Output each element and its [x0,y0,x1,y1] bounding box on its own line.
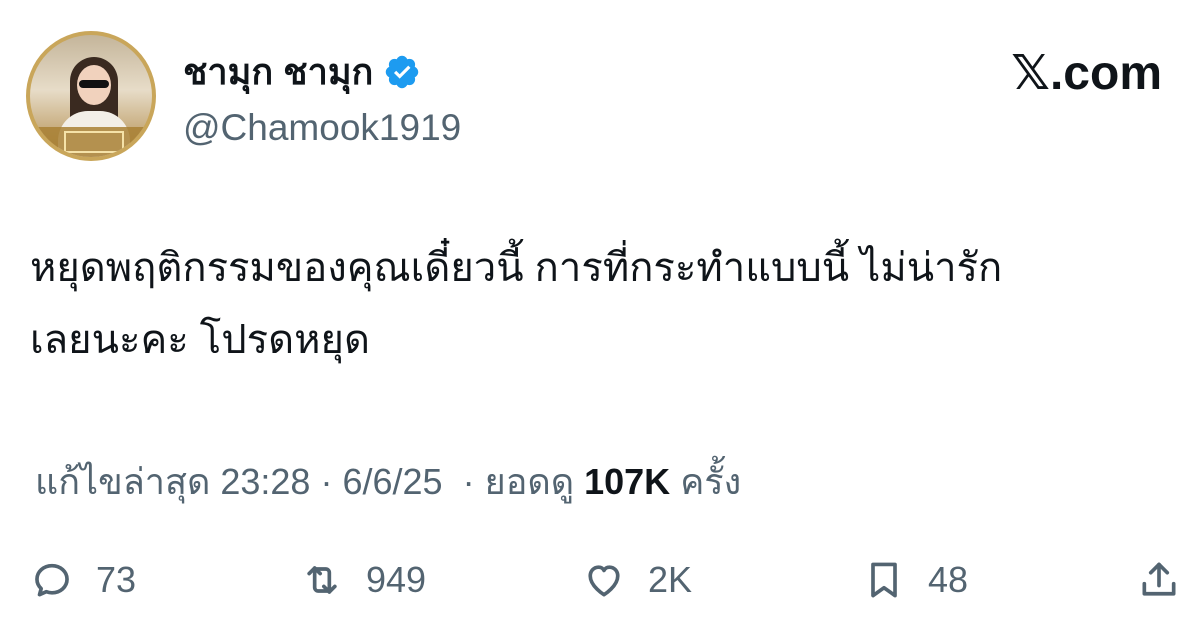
reply-button[interactable]: 73 [30,550,136,610]
avatar[interactable] [26,31,156,161]
tweet-text-line-1: หยุดพฤติกรรมของคุณเดี๋ยวนี้ การที่กระทำแ… [30,246,1003,290]
repost-button[interactable]: 949 [300,550,426,610]
display-name-text: ชามุก ชามุก [183,51,374,92]
action-bar: 73 949 2K 48 [0,550,1200,610]
tweet-text: หยุดพฤติกรรมของคุณเดี๋ยวนี้ การที่กระทำแ… [30,232,1190,376]
avatar-sunglasses [79,80,109,88]
display-name[interactable]: ชามุก ชามุก [183,48,421,96]
repost-count: 949 [366,559,427,600]
tweet-date[interactable]: 6/6/25 [342,461,442,502]
edited-label[interactable]: แก้ไขล่าสุด [35,461,210,502]
reply-count: 73 [96,559,137,600]
heart-icon [588,565,620,597]
share-icon [1142,562,1176,596]
meta-separator: · [320,461,333,502]
reply-icon [35,563,69,597]
bookmark-icon [871,562,897,598]
bookmark-count: 48 [928,559,969,600]
share-button[interactable] [1137,550,1181,610]
tweet-text-line-2: เลยนะคะ โปรดหยุด [30,318,370,362]
tweet-time[interactable]: 23:28 [220,461,310,502]
views-count: 107K [584,461,671,502]
user-handle[interactable]: @Chamook1919 [183,105,461,151]
like-count: 2K [648,559,693,600]
like-button[interactable]: 2K [582,550,692,610]
views-label: ยอดดู [484,461,575,502]
tweet-meta: แก้ไขล่าสุด 23:28 · 6/6/25 · ยอดดู 107K … [35,458,741,506]
meta-separator: · [452,461,475,502]
views-unit: ครั้ง [680,461,742,502]
site-label: 𝕏.com [1011,47,1162,100]
bookmark-button[interactable]: 48 [862,550,968,610]
verified-badge-icon [386,55,419,89]
avatar-logo-mark [64,131,124,153]
repost-icon [307,566,337,594]
